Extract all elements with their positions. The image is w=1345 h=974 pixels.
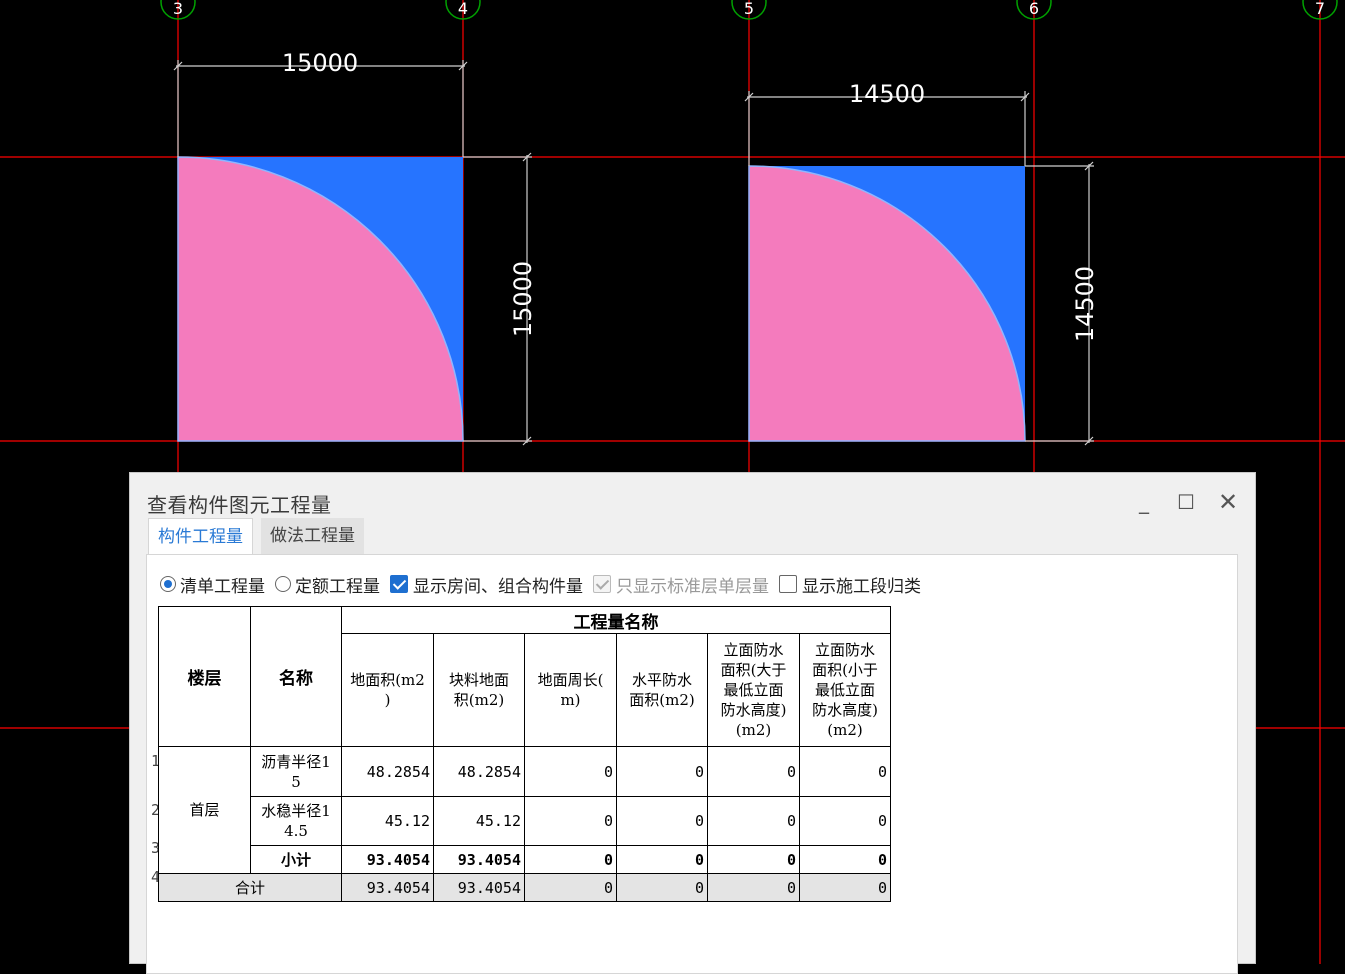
cell-value[interactable]: 0 xyxy=(524,845,617,874)
header-floor: 楼层 xyxy=(158,606,251,747)
quantity-table: 楼层 名称 工程量名称 地面积(m2 ) 块料地面 积(m2) 地面周长( m)… xyxy=(158,606,891,902)
dim-left-height: 15000 xyxy=(509,261,537,337)
cell-value[interactable]: 0 xyxy=(799,845,891,874)
total-row: 合计 93.4054 93.4054 0 0 0 0 xyxy=(158,873,891,902)
axis-bubbles: 3 4 5 6 7 xyxy=(160,0,1338,20)
show-room-label: 显示房间、组合构件量 xyxy=(413,576,583,597)
cell-value[interactable]: 0 xyxy=(799,746,891,797)
cell-floor[interactable]: 首层 xyxy=(158,746,251,874)
axis-bubble-4: 4 xyxy=(445,0,481,20)
axis-bubble-7: 7 xyxy=(1302,0,1338,20)
checkbox-empty-icon xyxy=(779,575,797,593)
svg-text:3: 3 xyxy=(173,0,183,18)
right-floor-region[interactable] xyxy=(748,165,1026,442)
cell-value[interactable]: 0 xyxy=(707,873,800,902)
cell-value[interactable]: 93.4054 xyxy=(433,845,525,874)
dim-left-width: 15000 xyxy=(282,49,358,77)
header-perimeter: 地面周长( m) xyxy=(524,633,617,747)
tab-component-quantity[interactable]: 构件工程量 xyxy=(148,518,253,555)
minimize-button[interactable]: _ xyxy=(1129,487,1159,517)
de-quantity-label: 定额工程量 xyxy=(295,576,380,597)
subtotal-row: 小计 93.4054 93.4054 0 0 0 0 xyxy=(159,845,891,874)
cell-total-label[interactable]: 合计 xyxy=(158,873,342,902)
radio-on-icon xyxy=(160,576,176,592)
close-button[interactable]: ✕ xyxy=(1213,487,1243,517)
cell-value[interactable]: 0 xyxy=(524,746,617,797)
cell-value[interactable]: 0 xyxy=(616,845,708,874)
svg-text:7: 7 xyxy=(1315,0,1325,18)
cell-value[interactable]: 0 xyxy=(707,845,800,874)
dim-right-width: 14500 xyxy=(849,80,925,108)
qd-quantity-radio[interactable]: 清单工程量 xyxy=(160,572,265,597)
cell-value[interactable]: 93.4054 xyxy=(341,845,434,874)
axis-bubble-3: 3 xyxy=(160,0,196,20)
cell-value[interactable]: 48.2854 xyxy=(433,746,525,797)
header-name: 名称 xyxy=(250,606,342,747)
cell-value[interactable]: 0 xyxy=(524,796,617,846)
header-vertical-waterproof-above: 立面防水 面积(大于 最低立面 防水高度) (m2) xyxy=(707,633,800,747)
cell-value[interactable]: 93.4054 xyxy=(341,873,434,902)
dim-right-height: 14500 xyxy=(1071,266,1099,342)
maximize-button[interactable]: ☐ xyxy=(1171,487,1201,517)
svg-text:6: 6 xyxy=(1029,0,1039,18)
header-tile-area: 块料地面 积(m2) xyxy=(433,633,525,747)
cell-value[interactable]: 0 xyxy=(707,746,800,797)
checkbox-disabled-icon xyxy=(593,575,611,593)
std-floor-checkbox: 只显示标准层单层量 xyxy=(593,572,769,597)
cell-value[interactable]: 0 xyxy=(616,796,708,846)
de-quantity-radio[interactable]: 定额工程量 xyxy=(275,572,380,597)
quantity-dialog: 查看构件图元工程量 _ ☐ ✕ 构件工程量 做法工程量 清单工程量 定额工程量 … xyxy=(129,472,1256,974)
cell-value[interactable]: 0 xyxy=(799,873,891,902)
cell-value[interactable]: 0 xyxy=(616,873,708,902)
table-row: 水稳半径1 4.5 45.12 45.12 0 0 0 0 xyxy=(159,796,891,846)
cell-value[interactable]: 48.2854 xyxy=(341,746,434,797)
checkbox-checked-icon xyxy=(390,575,408,593)
header-quantity-name: 工程量名称 xyxy=(341,606,891,634)
header-vertical-waterproof-below: 立面防水 面积(小于 最低立面 防水高度) (m2) xyxy=(799,633,891,747)
cell-value[interactable]: 93.4054 xyxy=(433,873,525,902)
radio-off-icon xyxy=(275,576,291,592)
cell-name[interactable]: 水稳半径1 4.5 xyxy=(250,796,342,846)
show-room-checkbox[interactable]: 显示房间、组合构件量 xyxy=(390,572,583,597)
cell-subtotal-label[interactable]: 小计 xyxy=(250,845,342,874)
options-bar: 清单工程量 定额工程量 显示房间、组合构件量 只显示标准层单层量 显示施工段归类 xyxy=(160,571,931,597)
tab-method-quantity[interactable]: 做法工程量 xyxy=(261,518,364,554)
std-floor-label: 只显示标准层单层量 xyxy=(616,576,769,597)
cell-value[interactable]: 0 xyxy=(707,796,800,846)
svg-text:5: 5 xyxy=(744,0,754,18)
cell-value[interactable]: 45.12 xyxy=(433,796,525,846)
stage-checkbox[interactable]: 显示施工段归类 xyxy=(779,572,921,597)
axis-bubble-6: 6 xyxy=(1016,0,1052,20)
cell-value[interactable]: 0 xyxy=(616,746,708,797)
cell-value[interactable]: 0 xyxy=(524,873,617,902)
cell-value[interactable]: 0 xyxy=(799,796,891,846)
stage-label: 显示施工段归类 xyxy=(802,576,921,597)
axis-bubble-5: 5 xyxy=(731,0,767,20)
qd-quantity-label: 清单工程量 xyxy=(180,576,265,597)
left-floor-region[interactable] xyxy=(177,156,464,442)
table-row: 首层 沥青半径1 5 48.2854 48.2854 0 0 0 0 xyxy=(158,746,891,874)
dialog-title: 查看构件图元工程量 xyxy=(147,493,332,517)
svg-text:4: 4 xyxy=(458,0,468,18)
header-horizontal-waterproof: 水平防水 面积(m2) xyxy=(616,633,708,747)
cell-name[interactable]: 沥青半径1 5 xyxy=(250,746,342,797)
cell-value[interactable]: 45.12 xyxy=(341,796,434,846)
header-floor-area: 地面积(m2 ) xyxy=(341,633,434,747)
tab-panel: 清单工程量 定额工程量 显示房间、组合构件量 只显示标准层单层量 显示施工段归类… xyxy=(146,554,1238,974)
